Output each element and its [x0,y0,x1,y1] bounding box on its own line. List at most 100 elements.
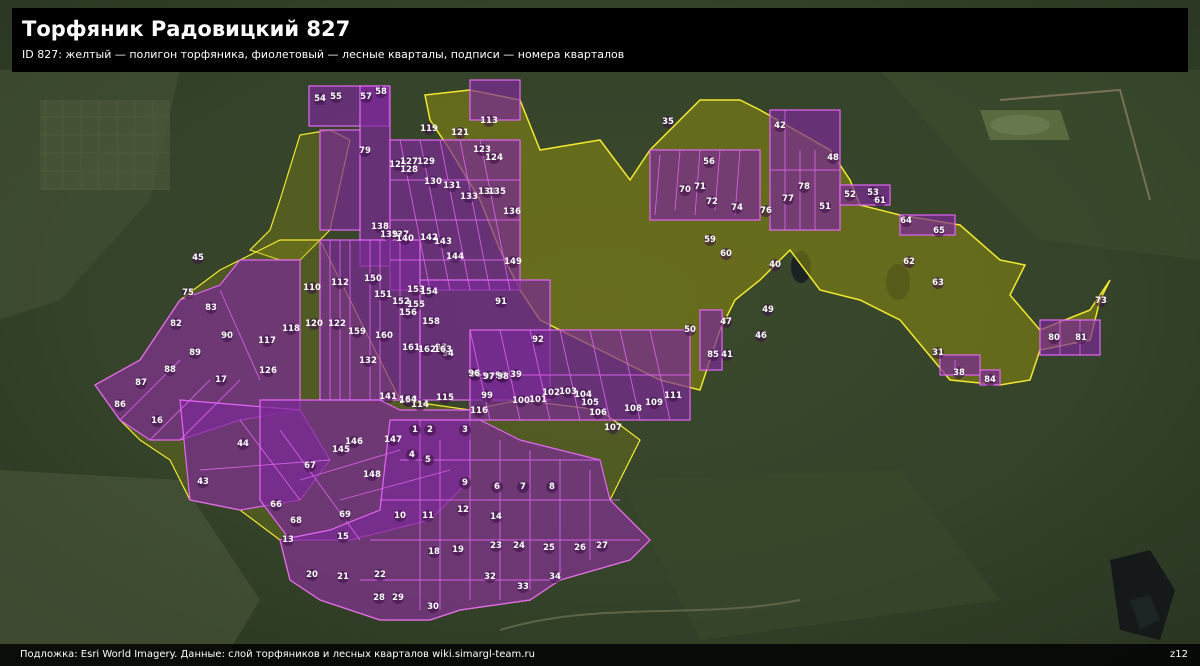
quarter-number-label[interactable]: 79 [359,146,371,156]
quarter-number-label[interactable]: 92 [532,335,544,345]
quarter-number-label[interactable]: 57 [360,92,372,102]
quarter-number-label[interactable]: 13 [282,535,294,545]
quarter-block[interactable] [699,309,723,371]
quarter-number-label[interactable]: 17 [215,375,227,385]
quarter-number-label[interactable]: 88 [164,365,176,375]
quarter-number-label[interactable]: 51 [819,202,831,212]
quarter-number-label[interactable]: 26 [574,543,586,553]
quarter-number-label[interactable]: 126 [259,366,277,376]
quarter-number-label[interactable]: 8 [549,482,555,492]
quarter-number-label[interactable]: 27 [596,541,608,551]
quarter-number-label[interactable]: 128 [400,165,418,175]
quarter-number-label[interactable]: 47 [720,317,732,327]
quarter-number-label[interactable]: 98 [497,372,509,382]
quarter-number-label[interactable]: 116 [470,406,488,416]
quarter-number-label[interactable]: 100 [512,396,530,406]
map-view[interactable]: 1 2 3 4 5 6 7 8 9 10 11 12 13 14 15 16 17 18 19 20 21 22 23 24 2… [0,0,1200,666]
quarter-number-label[interactable]: 60 [720,249,732,259]
quarter-number-label[interactable]: 14 [490,512,502,522]
quarter-number-label[interactable]: 149 [504,257,522,267]
quarter-number-label[interactable]: 154 [420,287,438,297]
quarter-number-label[interactable]: 16 [151,416,163,426]
quarter-number-label[interactable]: 133 [460,192,478,202]
quarter-number-label[interactable]: 84 [984,375,996,385]
quarter-number-label[interactable]: 19 [452,545,464,555]
quarter-number-label[interactable]: 48 [827,153,839,163]
quarter-number-label[interactable]: 124 [485,153,503,163]
quarter-number-label[interactable]: 65 [933,226,945,236]
quarter-number-label[interactable]: 24 [513,541,525,551]
quarter-number-label[interactable]: 9 [462,478,468,488]
quarter-number-label[interactable]: 118 [282,324,300,334]
quarter-number-label[interactable]: 64 [900,216,912,226]
quarter-number-label[interactable]: 56 [703,157,715,167]
quarter-number-label[interactable]: 130 [424,177,442,187]
quarter-number-label[interactable]: 122 [328,319,346,329]
quarter-number-label[interactable]: 62 [903,257,915,267]
quarter-number-label[interactable]: 151 [374,290,392,300]
quarter-number-label[interactable]: 74 [731,203,743,213]
quarter-number-label[interactable]: 68 [290,516,302,526]
quarter-number-label[interactable]: 80 [1048,333,1060,343]
quarter-number-label[interactable]: 147 [384,435,402,445]
quarter-number-label[interactable]: 135 [488,187,506,197]
quarter-number-label[interactable]: 140 [396,234,414,244]
quarter-number-label[interactable]: 129 [417,157,435,167]
quarter-number-label[interactable]: 83 [205,303,217,313]
quarter-number-label[interactable]: 21 [337,572,349,582]
quarter-number-label[interactable]: 44 [237,439,249,449]
quarter-number-label[interactable]: 20 [306,570,318,580]
quarter-number-label[interactable]: 34 [549,572,561,582]
quarter-number-label[interactable]: 29 [392,593,404,603]
quarter-number-label[interactable]: 38 [953,368,965,378]
quarter-number-label[interactable]: 28 [373,593,385,603]
quarter-number-label[interactable]: 112 [331,278,349,288]
quarter-number-label[interactable]: 121 [451,128,469,138]
quarter-number-label[interactable]: 148 [363,470,381,480]
quarter-number-label[interactable]: 115 [436,393,454,403]
quarter-number-label[interactable]: 144 [446,252,464,262]
quarter-number-label[interactable]: 89 [189,348,201,358]
quarter-number-label[interactable]: 150 [364,274,382,284]
quarter-number-label[interactable]: 132 [359,356,377,366]
quarter-number-label[interactable]: 59 [704,235,716,245]
quarter-number-label[interactable]: 50 [684,325,696,335]
quarter-number-label[interactable]: 15 [337,532,349,542]
quarter-number-label[interactable]: 156 [399,308,417,318]
quarter-number-label[interactable]: 119 [420,124,438,134]
quarter-number-label[interactable]: 33 [517,582,529,592]
quarter-number-label[interactable]: 91 [495,297,507,307]
quarter-number-label[interactable]: 4 [409,450,415,460]
quarter-number-label[interactable]: 143 [434,237,452,247]
quarter-number-label[interactable]: 102 [542,388,560,398]
quarter-number-label[interactable]: 97 [483,372,495,382]
quarter-number-label[interactable]: 146 [345,437,363,447]
quarter-number-label[interactable]: 110 [303,283,321,293]
quarter-number-label[interactable]: 35 [662,117,674,127]
quarter-number-label[interactable]: 1 [412,425,418,435]
quarter-number-label[interactable]: 5 [425,455,431,465]
quarter-number-label[interactable]: 160 [375,331,393,341]
quarter-number-label[interactable]: 40 [769,260,781,270]
quarter-number-label[interactable]: 10 [394,511,406,521]
quarter-number-label[interactable]: 87 [135,378,147,388]
quarter-number-label[interactable]: 22 [374,570,386,580]
quarter-number-label[interactable]: 108 [624,404,642,414]
quarter-number-label[interactable]: 39 [510,370,522,380]
quarter-number-label[interactable]: 23 [490,541,502,551]
quarter-number-label[interactable]: 63 [932,278,944,288]
quarter-number-label[interactable]: 117 [258,336,276,346]
quarter-number-label[interactable]: 99 [481,391,493,401]
quarter-number-label[interactable]: 55 [330,92,342,102]
quarter-number-label[interactable]: 96 [468,369,480,379]
quarter-block[interactable] [319,129,361,231]
quarter-number-label[interactable]: 141 [379,392,397,402]
quarter-number-label[interactable]: 70 [679,185,691,195]
quarter-number-label[interactable]: 113 [480,116,498,126]
quarter-number-label[interactable]: 75 [182,288,194,298]
quarter-number-label[interactable]: 159 [348,327,366,337]
quarter-number-label[interactable]: 90 [221,331,233,341]
quarter-number-label[interactable]: 7 [520,482,526,492]
quarter-number-label[interactable]: 86 [114,400,126,410]
quarter-number-label[interactable]: 6 [494,482,500,492]
